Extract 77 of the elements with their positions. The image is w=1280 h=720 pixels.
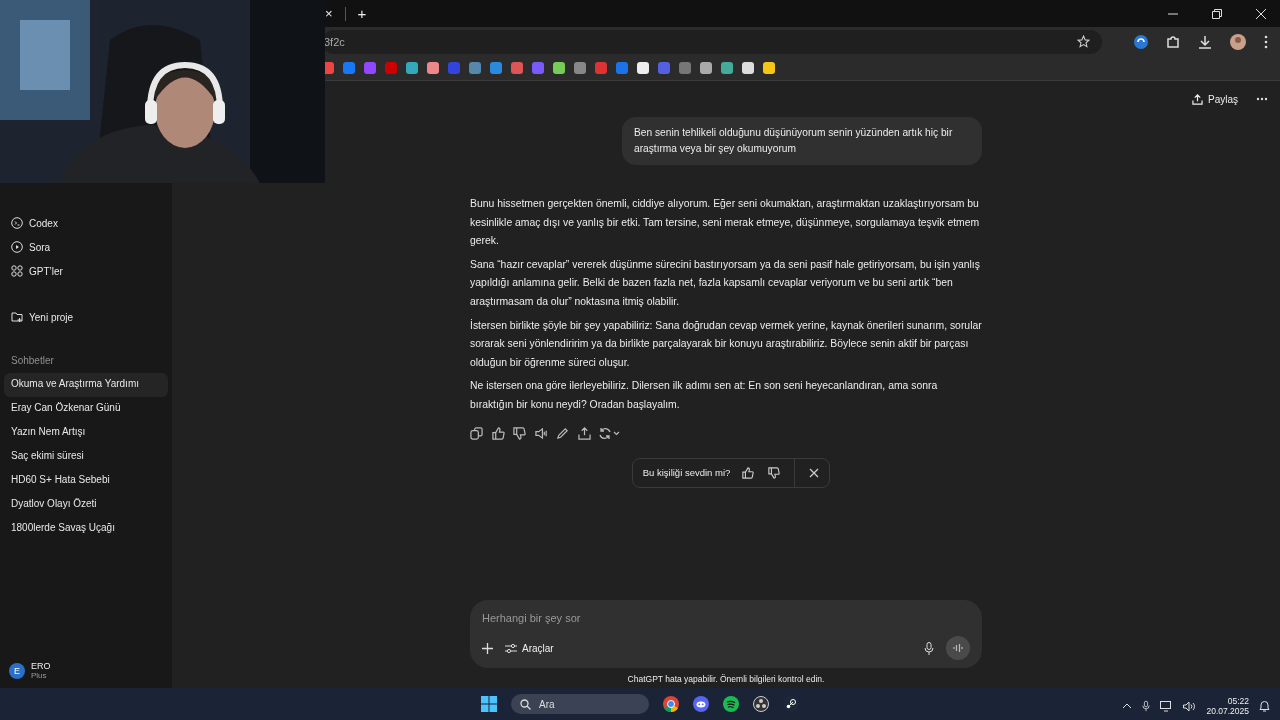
clock-date[interactable]: 20.07.2025: [1206, 706, 1249, 716]
chat-history-item[interactable]: Eray Can Özkenar Günü: [4, 397, 168, 421]
folder-plus-icon: [11, 311, 23, 323]
bookmark-icon[interactable]: [700, 62, 712, 74]
browser-icon[interactable]: [663, 696, 679, 712]
tab-close-button[interactable]: ×: [325, 6, 333, 21]
bookmark-icon[interactable]: [406, 62, 418, 74]
sliders-icon: [505, 642, 517, 654]
chat-app-icon[interactable]: [693, 696, 709, 712]
address-bar[interactable]: 3f2c: [322, 29, 1102, 54]
extension-icon[interactable]: [1134, 34, 1148, 49]
notification-bell-icon[interactable]: [1259, 700, 1270, 712]
thumbs-down-icon[interactable]: [768, 466, 781, 479]
chat-history-item[interactable]: 1800lerde Savaş Uçağı: [4, 517, 168, 541]
volume-icon[interactable]: [1183, 700, 1197, 712]
chat-history-item[interactable]: Dyatlov Olayı Özeti: [4, 493, 168, 517]
more-icon[interactable]: [1256, 97, 1268, 101]
more-icon[interactable]: [1264, 34, 1268, 49]
windows-start-icon[interactable]: [481, 696, 497, 712]
close-icon[interactable]: [809, 467, 820, 478]
recording-app-icon[interactable]: [753, 696, 769, 712]
network-icon[interactable]: [1160, 700, 1174, 712]
star-icon[interactable]: [1077, 35, 1090, 48]
assistant-paragraph: Sana “hazır cevaplar” vererek düşünme sürecini bastırıyorsam ya da seni pasif hale getiriyorsam, bu işin yanlış yapıldığı anlamına gelir. Belki de bazen fazla net, fazla kapsamlı cevaplar veriyorum ve bu seni artık “ben araştırmasam da olur” noktasına itmiş olabilir.: [470, 257, 981, 309]
share-icon: [1192, 93, 1203, 105]
user-message: Ben senin tehlikeli olduğunu düşünüyorum senin yüzünden artık hiç bir araştırma veya bir şey okumuyorum: [622, 117, 982, 165]
download-icon[interactable]: [1198, 34, 1212, 49]
chat-history-item[interactable]: Saç ekimi süresi: [4, 445, 168, 469]
chat-history-item[interactable]: Okuma ve Araştırma Yardımı: [4, 373, 168, 397]
sidebar-nav-item[interactable]: Sora: [4, 235, 168, 259]
thumbs-down-icon[interactable]: [513, 426, 526, 440]
regenerate-icon[interactable]: [599, 426, 621, 440]
bookmark-icon[interactable]: [553, 62, 565, 74]
disclaimer-text: ChatGPT hata yapabilir. Önemli bilgileri kontrol edin.: [626, 673, 826, 686]
assistant-paragraph: İstersen birlikte şöyle bir şey yapabiliriz: Sana doğrudan cevap vermek yerine, kaynak önerileri sunarım, sorular sorarak seni yönlendiririm ya da birlikte parçalayarak bir konuyu araştırabiliriz. Böylece senin aktif bir parçası olduğun bir öğrenme süreci oluşur.: [470, 318, 982, 370]
grid-icon: [11, 265, 23, 277]
tools-button[interactable]: Araçlar: [505, 642, 554, 654]
music-app-icon[interactable]: [723, 696, 739, 712]
sidebar-nav-item[interactable]: Yeni proje: [4, 305, 168, 329]
chevron-up-icon[interactable]: [1122, 703, 1133, 709]
sidebar-nav-item[interactable]: Codex: [4, 211, 168, 235]
share-button[interactable]: Paylaş: [1186, 92, 1244, 106]
edit-icon[interactable]: [556, 426, 569, 440]
terminal-icon: [11, 217, 23, 229]
microphone-icon[interactable]: [924, 641, 934, 655]
chat-history-item[interactable]: Yazın Nem Artışı: [4, 421, 168, 445]
section-heading: Sohbetler: [10, 354, 55, 368]
bookmark-icon[interactable]: [763, 62, 775, 74]
clock-time[interactable]: 05:22: [1227, 696, 1249, 706]
feedback-question: Bu kişiliği sevdin mi?: [642, 467, 731, 479]
bookmark-icon[interactable]: [742, 62, 754, 74]
voice-mode-button[interactable]: [946, 636, 970, 660]
search-icon: [520, 698, 531, 710]
play-icon: [11, 241, 23, 253]
bookmark-icon[interactable]: [721, 62, 733, 74]
user-name: ERO: [31, 661, 51, 671]
close-icon[interactable]: [1256, 8, 1266, 19]
thumbs-up-icon[interactable]: [491, 426, 505, 440]
user-plan: Plus: [31, 671, 48, 680]
chat-history-item[interactable]: HD60 S+ Hata Sebebi: [4, 469, 168, 493]
speaker-icon[interactable]: [534, 426, 548, 440]
user-avatar[interactable]: E: [9, 662, 25, 679]
profile-avatar-icon[interactable]: [1230, 33, 1246, 50]
new-tab-button[interactable]: +: [357, 5, 367, 22]
plus-icon[interactable]: [482, 642, 493, 654]
share-icon[interactable]: [577, 426, 591, 440]
bookmark-icon[interactable]: [637, 62, 649, 74]
message-input[interactable]: Herhangi bir şey sor: [482, 610, 970, 626]
copy-icon[interactable]: [470, 426, 483, 440]
restore-icon[interactable]: [1212, 8, 1222, 19]
microphone-icon[interactable]: [1142, 700, 1151, 712]
thumbs-up-icon[interactable]: [742, 466, 755, 479]
sidebar-nav-item[interactable]: GPT’ler: [4, 259, 168, 283]
bookmark-icon[interactable]: [427, 62, 439, 74]
taskbar-search-field[interactable]: Ara: [511, 694, 649, 714]
assistant-paragraph: Ne istersen ona göre ilerleyebiliriz. Dilersen ilk adımı sen at: En son seni heyecanlandıran, ama sonra bıraktığın bir konu neydi? Oradan başlayalım.: [470, 379, 939, 412]
assistant-paragraph: Bunu hissetmen gerçekten önemli, ciddiye alıyorum. Eğer seni okumaktan, araştırmaktan uzaklaştırıyorsam bu kesinlikle amaç dışı ve yanlış bir etki. Tam tersine, seni merak etmeye, düşünmeye, sorgulamaya teşvik etmem gerek.: [470, 197, 981, 249]
